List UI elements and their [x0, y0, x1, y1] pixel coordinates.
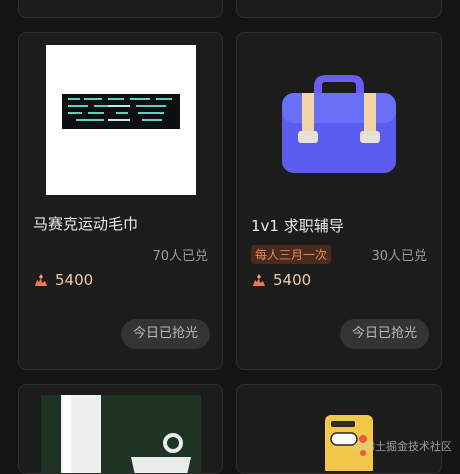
product-card-top-right[interactable]: [236, 0, 442, 18]
product-card-top-left[interactable]: [18, 0, 223, 18]
product-card-bottom-right[interactable]: [236, 384, 442, 474]
product-image-mug: [41, 395, 201, 473]
limit-badge: 每人三月一次: [251, 245, 332, 264]
product-title: 1v1 求职辅导: [251, 217, 344, 235]
ore-coin-icon: [251, 272, 267, 288]
product-card-bottom-left[interactable]: [18, 384, 223, 474]
product-card[interactable]: 马赛克运动毛巾 70人已兑 5400 今日已抢光: [18, 32, 223, 370]
price-value: 5400: [55, 271, 94, 289]
sold-out-button[interactable]: 今日已抢光: [120, 319, 210, 349]
price: 5400: [33, 271, 93, 289]
watermark: @稀土掘金技术社区: [353, 440, 452, 453]
product-image-towel: [45, 45, 196, 195]
sold-out-button[interactable]: 今日已抢光: [339, 319, 429, 349]
price: 5400: [251, 271, 311, 289]
redeemed-count: 30人已兑: [371, 249, 427, 264]
ore-coin-icon: [33, 272, 49, 288]
product-card[interactable]: 1v1 求职辅导 每人三月一次 30人已兑 5400 今日已抢光: [236, 32, 442, 370]
redeemed-count: 70人已兑: [152, 249, 208, 264]
product-title: 马赛克运动毛巾: [33, 215, 139, 233]
price-value: 5400: [273, 271, 312, 289]
briefcase-icon: [274, 55, 404, 185]
